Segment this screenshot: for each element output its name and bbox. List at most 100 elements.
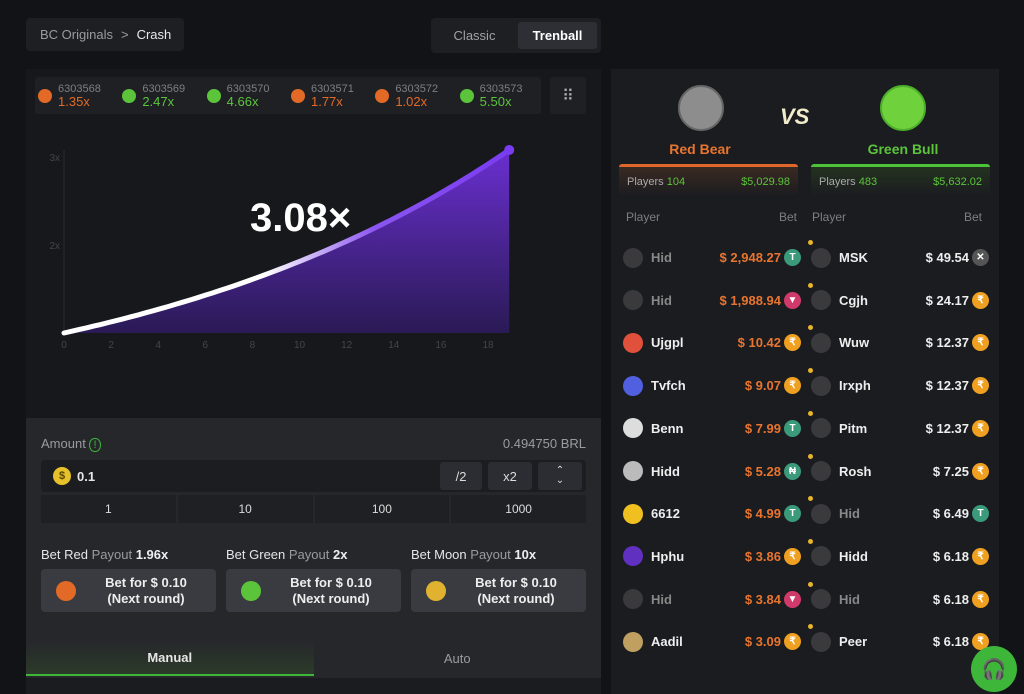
result-dot-icon <box>459 88 474 103</box>
double-button[interactable]: x2 <box>488 462 532 490</box>
player-row[interactable]: Aadil $ 3.09 ₹ <box>623 620 801 663</box>
currency-icon: ▼ <box>784 590 801 608</box>
coin-icon: $ <box>53 467 71 485</box>
player-avatar <box>623 247 643 268</box>
player-name: Irxph <box>839 378 871 394</box>
currency-icon: ₹ <box>784 633 801 651</box>
amount-value[interactable]: 0.1 <box>77 469 95 484</box>
tab-trenball[interactable]: Trenball <box>518 22 597 49</box>
history-item[interactable]: 6303568 1.35x <box>35 77 119 114</box>
player-avatar <box>623 631 643 652</box>
player-row[interactable]: Hidd $ 5.28 ₦ <box>623 450 801 493</box>
quick-100[interactable]: 100 <box>314 495 450 523</box>
tab-auto[interactable]: Auto <box>314 640 602 676</box>
player-row[interactable]: Peer $ 6.18 ₹ <box>808 620 989 663</box>
bet-label: Bet Moon Payout 10x <box>411 547 536 562</box>
stepper-icon[interactable]: ⌃ ⌄ <box>538 462 582 490</box>
info-icon[interactable]: ! <box>89 438 101 452</box>
player-avatar <box>811 589 831 610</box>
bet-amount: $ 12.37 <box>925 335 969 351</box>
bet-button[interactable]: Bet for $ 0.10 (Next round) <box>41 569 216 612</box>
bet-label: Bet Red Payout 1.96x <box>41 547 168 562</box>
player-row[interactable]: Ujgpl $ 10.42 ₹ <box>623 321 801 364</box>
history-item[interactable]: 6303572 1.02x <box>372 77 456 114</box>
chevron-right-icon: > <box>120 27 129 42</box>
player-row[interactable]: Hid $ 3.84 ▼ <box>623 578 801 621</box>
breadcrumb: BC Originals > Crash <box>26 18 184 51</box>
x-tick-label: 14 <box>388 340 400 351</box>
player-row[interactable]: Rosh $ 7.25 ₹ <box>808 450 989 493</box>
quick-10[interactable]: 10 <box>177 495 313 523</box>
player-name: 6612 <box>651 506 680 522</box>
player-row[interactable]: Hid $ 1,988.94 ▼ <box>623 279 801 322</box>
x-tick-label: 2 <box>108 340 114 351</box>
half-button[interactable]: /2 <box>440 462 482 490</box>
current-multiplier: 3.08× <box>250 196 352 240</box>
y-tick-label: 2x <box>49 241 60 252</box>
currency-icon: T <box>784 505 801 523</box>
round-id: 6303569 <box>142 82 186 95</box>
player-row[interactable]: Wuw $ 12.37 ₹ <box>808 321 989 364</box>
bet-button-line2: (Next round) <box>107 590 185 606</box>
player-avatar <box>623 461 643 481</box>
result-dot-icon <box>290 88 305 103</box>
player-avatar <box>623 546 643 567</box>
player-row[interactable]: MSK $ 49.54 ✕ <box>808 236 989 279</box>
x-tick-label: 18 <box>482 340 494 351</box>
mode-switch: Classic Trenball <box>431 18 601 53</box>
player-row[interactable]: Benn $ 7.99 T <box>623 407 801 450</box>
vs-icon: VS <box>780 104 810 129</box>
history-item[interactable]: 6303570 4.66x <box>204 77 288 114</box>
x-tick-label: 12 <box>341 340 353 351</box>
round-id: 6303570 <box>226 82 270 95</box>
status-dot-icon <box>808 325 813 331</box>
bet-amount: $ 3.86 <box>744 548 781 564</box>
player-row[interactable]: Hid $ 6.18 ₹ <box>808 578 989 621</box>
player-row[interactable]: Tvfch $ 9.07 ₹ <box>623 364 801 407</box>
player-name: Rosh <box>839 463 872 479</box>
status-dot-icon <box>808 453 813 459</box>
color-dot-icon <box>241 580 261 601</box>
player-row[interactable]: Hid $ 6.49 T <box>808 492 989 535</box>
headset-support-icon[interactable]: 🎧 <box>971 646 1017 692</box>
player-avatar <box>623 332 643 353</box>
player-row[interactable]: Cgjh $ 24.17 ₹ <box>808 279 989 322</box>
quick-amounts: 1 10 100 1000 <box>41 495 586 523</box>
bet-button[interactable]: Bet for $ 0.10 (Next round) <box>411 569 586 612</box>
color-dot-icon <box>56 580 76 601</box>
bet-amount: $ 12.37 <box>925 420 969 436</box>
player-name: Hid <box>839 506 860 522</box>
breadcrumb-current: Crash <box>136 27 172 42</box>
status-dot-icon <box>808 240 813 245</box>
player-row[interactable]: Hid $ 2,948.27 T <box>623 236 801 279</box>
history-item[interactable]: 6303569 2.47x <box>119 77 203 114</box>
quick-1[interactable]: 1 <box>41 495 176 523</box>
result-dot-icon <box>206 88 221 103</box>
player-row[interactable]: 6612 $ 4.99 T <box>623 492 801 535</box>
col-bet: Bet <box>778 210 797 224</box>
tab-manual[interactable]: Manual <box>26 640 314 676</box>
player-avatar <box>811 290 831 311</box>
player-row[interactable]: Pitm $ 12.37 ₹ <box>808 407 989 450</box>
quick-1000[interactable]: 1000 <box>451 495 586 523</box>
player-row[interactable]: Hidd $ 6.18 ₹ <box>808 535 989 578</box>
round-id: 6303572 <box>395 82 439 95</box>
bet-button[interactable]: Bet for $ 0.10 (Next round) <box>226 569 401 612</box>
tab-classic[interactable]: Classic <box>435 22 514 49</box>
bet-label: Bet Green Payout 2x <box>226 547 347 562</box>
grid-menu-icon[interactable]: ⠿ <box>550 77 586 114</box>
x-tick-label: 6 <box>203 340 209 351</box>
history-item[interactable]: 6303571 1.77x <box>288 77 372 114</box>
round-multiplier: 4.66x <box>226 93 259 109</box>
player-name: Cgjh <box>839 292 868 308</box>
bet-amount: $ 6.18 <box>932 548 969 564</box>
player-row[interactable]: Irxph $ 12.37 ₹ <box>808 364 989 407</box>
history-item[interactable]: 6303573 5.50x <box>457 77 541 114</box>
green-total: $5,632.02 <box>933 175 982 188</box>
breadcrumb-parent[interactable]: BC Originals <box>40 27 113 42</box>
status-dot-icon <box>808 581 813 587</box>
currency-icon: ₹ <box>972 377 989 395</box>
currency-icon: T <box>784 249 801 266</box>
round-multiplier: 2.47x <box>142 93 175 109</box>
player-row[interactable]: Hphu $ 3.86 ₹ <box>623 535 801 578</box>
